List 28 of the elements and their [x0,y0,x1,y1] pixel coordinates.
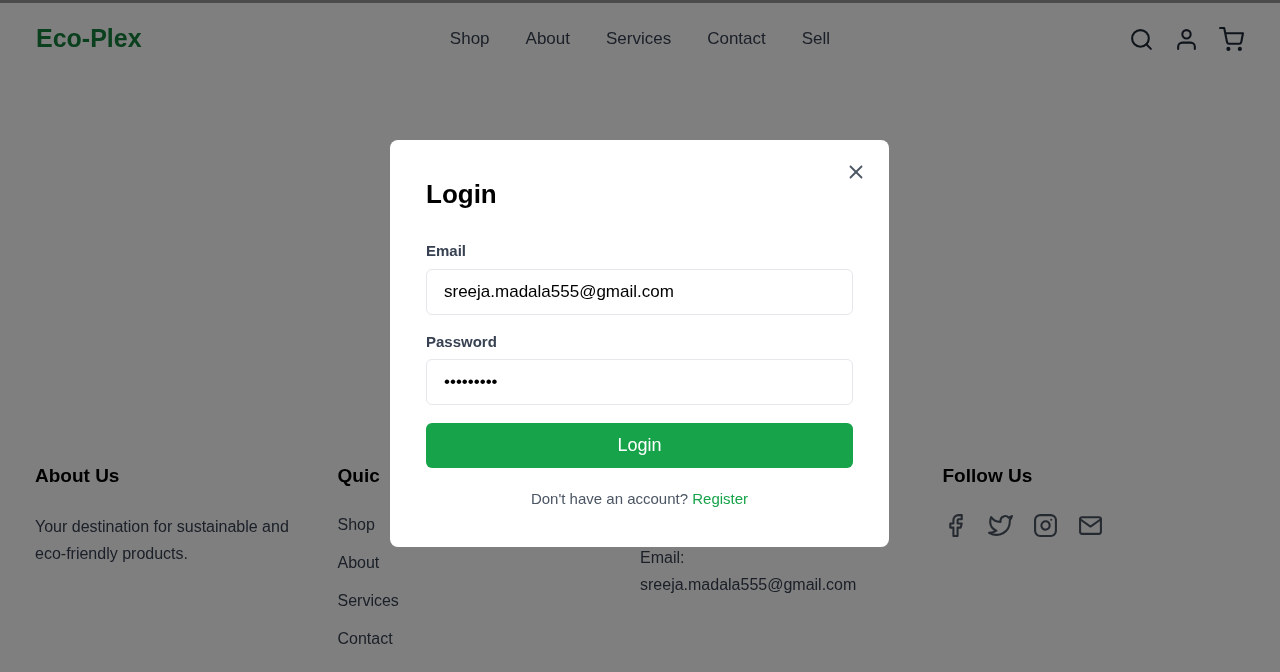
dialog-title: Login [426,178,498,211]
field-label: Email [426,241,468,261]
twitter-icon[interactable] [987,512,1013,538]
user-icon[interactable] [1174,26,1199,52]
login-button[interactable]: Login [426,423,853,468]
nav-link[interactable]: About [525,26,570,52]
footer-heading: About Us [35,464,121,488]
nav-link[interactable]: Sell [801,26,831,52]
email-address: sreeja.madala555@gmail.com [640,575,858,595]
logo[interactable]: Eco-Plex [36,20,236,58]
field-label: Password [426,331,498,352]
footer-link[interactable]: Services [337,588,640,613]
footer-text: Your destination for sustainable and eco-friendly products. [35,516,290,564]
search-icon[interactable] [1129,26,1154,52]
nav-link[interactable]: Services [606,26,672,52]
register-prompt: Don't have an account? Register [529,489,750,509]
footer-link[interactable]: Contact [337,626,640,651]
nav-link[interactable]: Shop [449,26,490,52]
cart-icon[interactable] [1219,26,1244,52]
footer-heading: Quic [337,464,381,488]
nav-link[interactable]: Contact [707,26,766,52]
email-label: Email: [640,548,686,568]
instagram-icon[interactable] [1032,512,1058,538]
footer-heading: Follow Us [942,464,1034,488]
footer-link[interactable]: About [337,550,640,575]
input-field[interactable]: ••••••••• [426,359,853,405]
input-field[interactable]: sreeja.madala555@gmail.com [426,268,853,315]
register-link[interactable]: Register [692,490,749,507]
